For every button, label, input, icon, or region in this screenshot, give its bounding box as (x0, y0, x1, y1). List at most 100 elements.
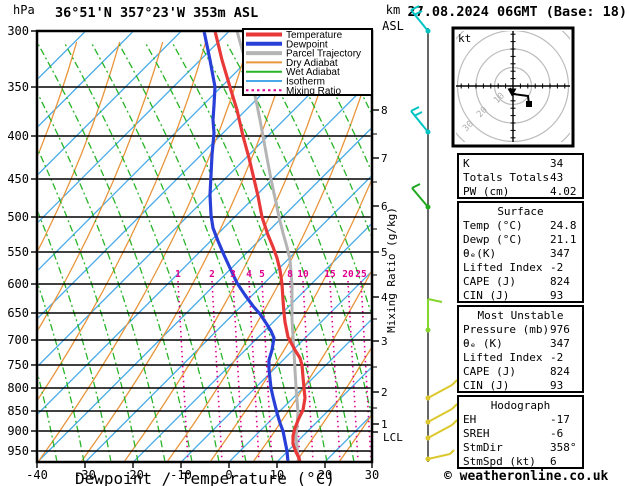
mixing-ratio-label: 15 (324, 269, 336, 280)
row-label: Dewp (°C) (463, 233, 523, 246)
table-row: EH -17 (459, 413, 582, 427)
wind-barb (427, 298, 443, 303)
row-label: StmDir (463, 441, 503, 454)
dry-adiabat-line (597, 42, 629, 462)
mixing-ratio-label: 5 (259, 269, 265, 280)
hodograph-unit-label: kt (458, 32, 471, 45)
row-label: EH (463, 413, 477, 426)
pressure-tick-label: 800 (7, 381, 29, 395)
pressure-tick-label: 900 (7, 424, 29, 438)
wind-barb (427, 424, 453, 439)
row-value: 976 (550, 323, 570, 336)
hodograph: kt 102030 (451, 26, 575, 148)
table-row: Lifted Index -2 (459, 261, 582, 275)
wind-barb-station-dot (425, 204, 431, 210)
row-value: 824 (550, 365, 570, 378)
km-tick-label: 1 (381, 418, 388, 431)
row-label: Temp (°C) (463, 219, 523, 232)
altitude-axis-unit-km: km (386, 3, 400, 17)
hodograph-end-marker (526, 101, 532, 107)
run-datetime: 27.08.2024 06GMT (Base: 18) (408, 4, 627, 20)
km-tick-label: 7 (381, 152, 388, 165)
altitude-axis-unit-asl: ASL (382, 19, 404, 33)
isotherm-line (38, 32, 229, 223)
mixing-ratio-label: 10 (297, 269, 309, 280)
table-row: StmSpd (kt) 6 (459, 455, 582, 469)
lcl-label: LCL (383, 431, 403, 444)
x-axis-title: Dewpoint / Temperature (°C) (75, 469, 335, 486)
row-value: 24.8 (550, 219, 577, 232)
mixing-ratio-label: 3 (230, 269, 236, 280)
legend-line-samples (246, 32, 282, 92)
row-label: StmSpd (kt) (463, 455, 536, 468)
pressure-tick-label: 700 (7, 333, 29, 347)
skewt-sounding-page: 300 350 400 450 500 550 600 650 700 750 800 850 900 9… (0, 0, 629, 486)
temp-tick-label: -40 (26, 468, 48, 482)
row-label: CIN (J) (463, 289, 510, 302)
table-row: Totals Totals 43 (459, 171, 582, 185)
wind-barb (427, 408, 453, 423)
pressure-tick-label: 950 (7, 444, 29, 458)
mixing-ratio-label: 20 (342, 269, 354, 280)
table-title: Most Unstable (477, 309, 564, 322)
row-label: θₑ (K) (463, 337, 503, 350)
wind-barb-column (410, 5, 458, 462)
row-value: 824 (550, 275, 570, 288)
row-value: 43 (550, 171, 564, 184)
row-label: Totals Totals (463, 171, 550, 184)
mixing-ratio-line (177, 280, 189, 461)
table-row: CAPE (J) 824 (459, 365, 582, 379)
wind-barb (410, 106, 420, 112)
pressure-tick-label: 750 (7, 358, 29, 372)
table-row: CIN (J) 93 (459, 289, 582, 303)
mixing-ratio-label: 25 (355, 269, 367, 280)
km-tick-label: 2 (381, 386, 388, 399)
hodograph-table: Hodograph EH -17 SREH -6 StmDir 358° StmSpd… (457, 395, 584, 469)
pressure-tick-label: 350 (7, 80, 29, 94)
wind-barb-station-dot (425, 419, 431, 425)
mixing-ratio-line (232, 280, 244, 461)
table-row: K 34 (459, 157, 582, 171)
table-row: CIN (J) 93 (459, 379, 582, 393)
table-title: Hodograph (490, 399, 551, 412)
row-label: CIN (J) (463, 379, 510, 392)
row-value: 93 (550, 289, 564, 302)
row-label: Lifted Index (463, 261, 543, 274)
pressure-tick-label: 650 (7, 306, 29, 320)
table-row: Pressure (mb) 976 (459, 323, 582, 337)
row-label: Lifted Index (463, 351, 543, 364)
mixing-ratio-line (360, 280, 371, 461)
table-row: Dewp (°C) 21.1 (459, 233, 582, 247)
pressure-tick-label: 850 (7, 404, 29, 418)
pressure-axis-unit: hPa (13, 3, 35, 17)
wind-barb-station-dot (425, 435, 431, 441)
row-label: CAPE (J) (463, 365, 516, 378)
wind-barb-station-dot (425, 456, 431, 462)
table-row: θₑ(K) 347 (459, 247, 582, 261)
pressure-tick-label: 550 (7, 245, 29, 259)
copyright-credit: © weatheronline.co.uk (444, 469, 609, 484)
row-label: K (463, 157, 470, 170)
wind-barb (413, 111, 423, 117)
table-title: Surface (497, 205, 544, 218)
row-value: 34 (550, 157, 564, 170)
km-tick-label: 3 (381, 335, 388, 348)
wind-barb-station-dot (425, 395, 431, 401)
wind-barb (427, 453, 451, 460)
legend: Temperature Dewpoint Parcel Trajectory D… (242, 28, 373, 97)
row-value: -2 (550, 261, 564, 274)
wind-barb-station-dot (425, 327, 431, 333)
pressure-tick-label: 400 (7, 129, 29, 143)
row-value: 347 (550, 337, 570, 350)
row-value: -2 (550, 351, 564, 364)
table-row: θₑ (K) 347 (459, 337, 582, 351)
wind-barb (449, 449, 455, 455)
pressure-tick-label: 300 (7, 24, 29, 38)
wind-barb (411, 187, 429, 208)
temp-tick-label: 30 (365, 468, 379, 482)
station-title: 36°51'N 357°23'W 353m ASL (55, 5, 258, 21)
row-label: Pressure (mb) (463, 323, 550, 336)
legend-label-mixing-ratio: Mixing Ratio (286, 86, 341, 97)
most-unstable-table: Most Unstable Pressure (mb) 976 θₑ (K) 347… (457, 305, 584, 393)
surface-table: Surface Temp (°C) 24.8 Dewp (°C) 21.1 θₑ(K… (457, 201, 584, 303)
